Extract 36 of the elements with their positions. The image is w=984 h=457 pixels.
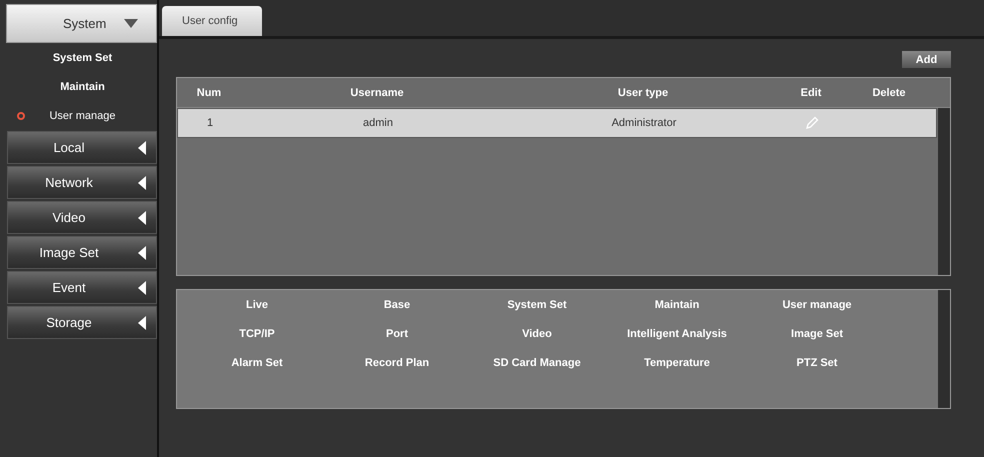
- table-cell-text: 1: [206, 117, 214, 129]
- permission-label: PTZ Set: [796, 356, 838, 371]
- sidebar-section[interactable]: Event: [7, 271, 157, 304]
- permission-label: Temperature: [643, 356, 711, 371]
- permission-label: System Set: [506, 298, 568, 313]
- table-cell-text: admin: [362, 117, 394, 129]
- permission-label: Record Plan: [364, 356, 430, 371]
- permission-label: Base: [382, 298, 412, 313]
- permission-label: Video: [521, 327, 553, 342]
- tab[interactable]: User config: [162, 6, 262, 36]
- sidebar-item[interactable]: User manage: [0, 101, 157, 130]
- sidebar-item[interactable]: Maintain: [0, 72, 157, 101]
- permission-label: Maintain: [654, 298, 700, 313]
- permission-label: Intelligent Analysis: [626, 327, 728, 342]
- sidebar-section[interactable]: Image Set: [7, 236, 157, 269]
- table-row[interactable]: 1 admin Administrator: [177, 108, 937, 138]
- column-header: Num: [196, 86, 222, 98]
- column-header: Edit: [800, 86, 822, 98]
- permission-label: Port: [385, 327, 409, 342]
- sidebar-item[interactable]: System Set: [0, 43, 157, 72]
- sidebar-section[interactable]: Local: [7, 131, 157, 164]
- sidebar-header[interactable]: System: [6, 4, 157, 43]
- sidebar-section[interactable]: Network: [7, 166, 157, 199]
- column-header: User type: [616, 86, 670, 98]
- sidebar-section[interactable]: Video: [7, 201, 157, 234]
- permission-label: SD Card Manage: [492, 356, 582, 371]
- permission-label: Alarm Set: [230, 356, 284, 371]
- permission-label: User manage: [781, 298, 853, 313]
- add-button[interactable]: Add: [902, 51, 951, 68]
- permission-label: TCP/IP: [238, 327, 276, 342]
- column-header: Delete: [871, 86, 907, 98]
- column-header: Username: [349, 86, 405, 98]
- table-cell-text: Administrator: [610, 117, 678, 129]
- permission-label: Live: [244, 298, 269, 313]
- permission-label: Image Set: [790, 327, 844, 342]
- sidebar-section[interactable]: Storage: [7, 306, 157, 339]
